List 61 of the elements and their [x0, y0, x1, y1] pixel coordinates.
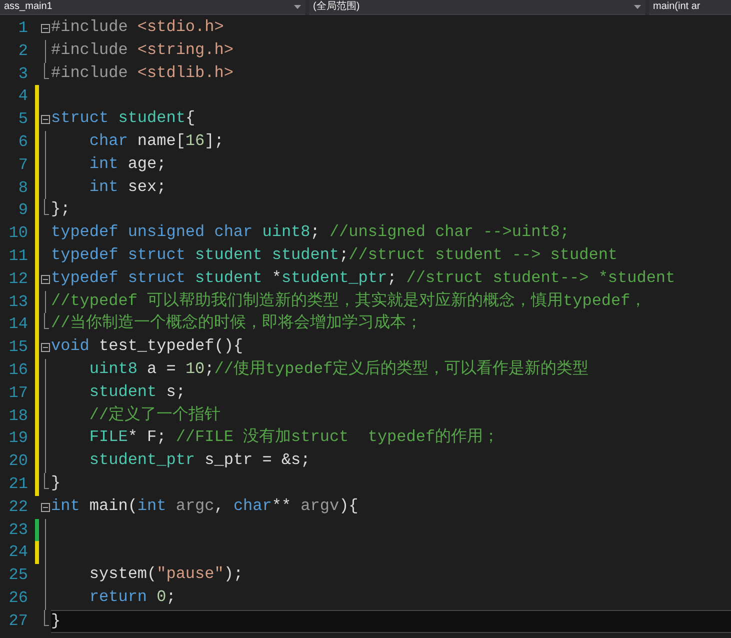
code-line: student s;	[88, 382, 186, 403]
caret-icon	[294, 5, 301, 9]
line-number: 22	[8, 496, 29, 518]
line-number: 2	[17, 40, 29, 62]
line-number: 19	[8, 428, 29, 450]
code-line: char name[16];	[88, 130, 224, 152]
line-number: 4	[17, 86, 29, 108]
line-number: 18	[8, 406, 29, 427]
code-line: //定义了一个指针	[88, 404, 221, 426]
line-number: 13	[8, 292, 29, 313]
code-line: struct student{	[51, 108, 196, 130]
scope-dropdown[interactable]: main(int ar	[649, 0, 731, 15]
collapse-icon[interactable]	[40, 115, 50, 124]
line-number: 17	[8, 382, 29, 404]
code-line: int sex;	[88, 176, 166, 198]
code-line: typedef struct student student;//struct student --> student	[51, 244, 618, 266]
line-number: 27	[8, 610, 29, 632]
code-line: void test_typedef(){	[51, 336, 244, 358]
code-line: };	[51, 199, 70, 220]
line-number: 7	[17, 154, 29, 176]
code-line: int main(int argc, char** argv){	[51, 496, 358, 517]
caret-icon	[634, 5, 641, 9]
collapse-icon[interactable]	[40, 343, 50, 352]
collapse-icon[interactable]	[40, 502, 50, 512]
code-line: student_ptr s_ptr = &s;	[88, 450, 310, 472]
line-number: 12	[8, 268, 29, 290]
line-number: 25	[8, 565, 29, 586]
code-line: }	[51, 610, 61, 632]
line-number: 14	[8, 314, 29, 336]
line-number: 6	[17, 132, 29, 153]
scope-dropdown[interactable]: ass_main1	[0, 0, 305, 15]
code-line: #include <string.h>	[51, 40, 234, 61]
code-line: return 0;	[88, 586, 176, 608]
line-number: 5	[17, 109, 29, 130]
code-line: #include <stdlib.h>	[51, 62, 234, 84]
line-number: 3	[17, 64, 29, 85]
line-number: 21	[8, 474, 29, 495]
collapse-icon[interactable]	[40, 24, 50, 33]
line-number: 23	[8, 520, 29, 541]
scope-dropdown[interactable]: (全局范围)	[309, 0, 645, 15]
line-number: 16	[8, 360, 29, 381]
line-number: 11	[8, 246, 29, 267]
code-line: int age;	[88, 154, 166, 175]
code-line: //当你制造一个概念的时候，即将会增加学习成本；	[51, 313, 422, 334]
code-line: system("pause");	[88, 564, 244, 586]
line-number: 26	[8, 588, 29, 609]
line-number: 10	[8, 223, 29, 244]
line-number: 15	[8, 337, 29, 358]
code-line: #include <stdio.h>	[51, 17, 224, 38]
code-line: typedef unsigned char uint8; //unsigned char -->uint8;	[51, 222, 570, 244]
code-line: FILE* F; //FILE 没有加struct typedef的作用；	[88, 427, 500, 448]
code-line: uint8 a = 10;//使用typedef定义后的类型，可以看作是新的类型	[88, 358, 589, 380]
line-number: 24	[8, 542, 29, 564]
code-line: }	[51, 472, 61, 494]
line-number: 20	[8, 451, 29, 472]
line-number: 8	[17, 178, 29, 199]
line-number: 1	[17, 18, 29, 39]
collapse-icon[interactable]	[40, 274, 50, 284]
code-line: //typedef 可以帮助我们制造新的类型，其实就是对应新的概念，慎用typedef，	[51, 290, 646, 312]
line-number: 9	[17, 200, 29, 222]
code-line: typedef struct student *student_ptr; //struct student--> *student	[51, 268, 676, 289]
